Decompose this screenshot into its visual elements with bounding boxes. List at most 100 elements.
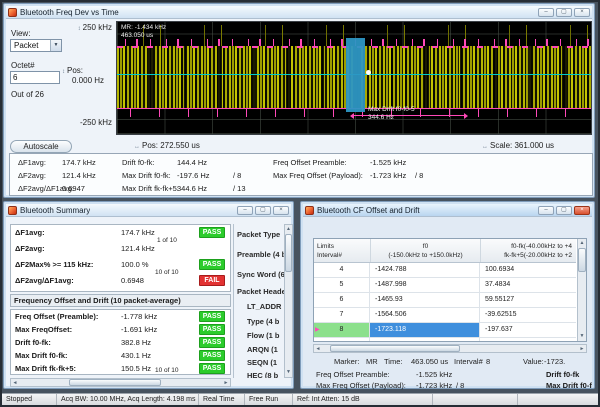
cell-drift[interactable]: 100.6934 xyxy=(480,263,574,277)
cell-f0[interactable]: -1813.348 xyxy=(370,338,480,341)
scroll-right-icon[interactable]: ► xyxy=(222,379,230,386)
close-button[interactable]: × xyxy=(574,7,590,17)
close-button[interactable]: × xyxy=(574,205,590,215)
time-value: 463.050 us xyxy=(411,357,449,366)
y-axis-pos-label[interactable]: ↕ Pos: xyxy=(62,66,83,75)
list-item[interactable]: Type (4 b xyxy=(247,317,279,326)
packet-info-list: Packet Type Preamble (4 b Sync Word (6 P… xyxy=(233,224,284,378)
cell-f0-selected[interactable]: -1723.118 xyxy=(370,323,480,337)
list-item[interactable]: Packet Type xyxy=(237,230,280,239)
cell-f0[interactable]: -1424.788 xyxy=(370,263,480,277)
cell-interval[interactable]: 9 xyxy=(314,338,370,341)
summary-value: -1.691 kHz xyxy=(121,325,158,334)
minimize-button[interactable]: – xyxy=(237,205,253,215)
cell-drift[interactable]: -39.62515 xyxy=(480,308,574,322)
scroll-left-icon[interactable]: ◄ xyxy=(11,379,19,386)
table-row[interactable]: 7 -1564.506 -39.62515 xyxy=(314,308,576,323)
axis-adjust-icon: ↔ xyxy=(482,144,488,150)
marker-dot[interactable] xyxy=(366,70,371,75)
titlebar-summary[interactable]: Bluetooth Summary – ▢ × xyxy=(6,204,291,217)
scrollbar-thumb[interactable] xyxy=(69,379,161,386)
x-axis-scale-label[interactable]: ↔ Scale: 361.000 us xyxy=(482,141,554,150)
table-vertical-scrollbar[interactable]: ▲ ▼ xyxy=(577,239,586,341)
readout-label: Max Freq Offset (Payload): xyxy=(316,381,406,390)
readout-right: Drift f0-fk xyxy=(546,370,580,379)
table-row[interactable]: 4 -1424.788 100.6934 xyxy=(314,263,576,278)
cell-interval[interactable]: 4 xyxy=(314,263,370,277)
status-state: Stopped xyxy=(2,394,57,405)
summary-value: 174.7 kHz xyxy=(121,228,155,237)
cell-drift[interactable]: 37.4834 xyxy=(480,278,574,292)
scroll-up-icon[interactable]: ▲ xyxy=(578,240,586,247)
minimize-button[interactable]: – xyxy=(538,205,554,215)
table-row[interactable]: 9 -1813.348 43.1355 xyxy=(314,338,576,341)
status-trigger: Free Run xyxy=(245,394,293,405)
status-badge: PASS xyxy=(199,363,225,374)
cell-f0[interactable]: -1564.506 xyxy=(370,308,480,322)
summary-value: 150.5 Hz xyxy=(121,364,152,373)
view-label: View: xyxy=(11,29,31,38)
autoscale-button[interactable]: Autoscale xyxy=(10,140,72,153)
x-axis-pos-label[interactable]: ↔ Pos: 272.550 us xyxy=(134,141,200,150)
octet-label: Octet# xyxy=(11,61,35,70)
cell-f0[interactable]: -1487.998 xyxy=(370,278,480,292)
chevron-down-icon[interactable]: ▼ xyxy=(50,40,61,51)
cell-drift[interactable]: 59.55127 xyxy=(480,293,574,307)
scroll-up-icon[interactable]: ▲ xyxy=(285,226,292,233)
view-dropdown[interactable]: Packet ▼ xyxy=(10,39,62,52)
table-body: 4 -1424.788 100.6934 5 -1487.998 37.4834… xyxy=(314,263,576,341)
list-item[interactable]: SEQN (1 xyxy=(247,358,277,367)
summary-label: ΔF2avg: xyxy=(15,244,45,253)
marker-readout-freq: MR: -1.434 kHz xyxy=(121,24,167,31)
list-item[interactable]: LT_ADDR xyxy=(247,302,281,311)
summary-horizontal-scrollbar[interactable]: ◄ ► xyxy=(10,378,231,387)
maximize-button[interactable]: ▢ xyxy=(255,205,271,215)
result-label: ΔF1avg: xyxy=(18,158,46,167)
scroll-left-icon[interactable]: ◄ xyxy=(314,345,322,352)
maximize-button[interactable]: ▢ xyxy=(556,7,572,17)
scrollbar-thumb[interactable] xyxy=(285,234,292,272)
cell-interval[interactable]: 6 xyxy=(314,293,370,307)
freq-dev-trace-plot[interactable]: MR: -1.434 kHz 463.050 us Max Drift f0-f… xyxy=(116,21,592,135)
titlebar-freq-dev[interactable]: Bluetooth Freq Dev vs Time – ▢ × xyxy=(6,6,592,19)
results-strip: ΔF1avg: 174.7 kHz ΔF2avg: 121.4 kHz ΔF2a… xyxy=(9,153,593,196)
app-icon xyxy=(8,7,17,17)
close-button[interactable]: × xyxy=(273,205,289,215)
table-row-selected[interactable]: ▶ 8 -1723.118 -197.637 xyxy=(314,323,576,338)
list-item[interactable]: Preamble (4 b xyxy=(237,250,284,259)
scroll-down-icon[interactable]: ▼ xyxy=(285,369,292,376)
list-item[interactable]: Packet Heade xyxy=(237,287,284,296)
list-item[interactable]: HEC (8 b xyxy=(247,371,278,378)
app-icon xyxy=(305,205,314,215)
summary-value: 382.8 Hz xyxy=(121,338,152,347)
cell-interval[interactable]: 7 xyxy=(314,308,370,322)
table-row[interactable]: 6 -1465.93 59.55127 xyxy=(314,293,576,308)
axis-adjust-icon: ↔ xyxy=(134,144,140,150)
list-item[interactable]: Sync Word (6 xyxy=(237,270,284,279)
cell-f0[interactable]: -1465.93 xyxy=(370,293,480,307)
cell-interval[interactable]: ▶ 8 xyxy=(314,323,370,337)
minimize-button[interactable]: – xyxy=(538,7,554,17)
cell-interval[interactable]: 5 xyxy=(314,278,370,292)
scroll-down-icon[interactable]: ▼ xyxy=(578,333,586,340)
table-horizontal-scrollbar[interactable]: ◄ ► xyxy=(313,344,587,353)
y-axis-top-label[interactable]: ↕ 250 kHz xyxy=(54,23,112,32)
scrollbar-thumb[interactable] xyxy=(330,345,460,352)
y-axis-bottom-label: -250 kHz xyxy=(79,118,112,127)
list-item[interactable]: ARQN (1 xyxy=(247,345,278,354)
app-icon xyxy=(8,205,17,215)
window-buttons: – ▢ × xyxy=(538,7,590,17)
list-item[interactable]: Flow (1 b xyxy=(247,331,280,340)
table-row[interactable]: 5 -1487.998 37.4834 xyxy=(314,278,576,293)
titlebar-cf-offset[interactable]: Bluetooth CF Offset and Drift – ▢ × xyxy=(303,204,592,217)
octet-input[interactable] xyxy=(10,71,60,84)
result-count: / 8 xyxy=(415,171,424,180)
packet-list-scrollbar[interactable]: ▲ ▼ xyxy=(284,224,293,378)
selected-octet-band xyxy=(346,38,365,112)
maximize-button[interactable]: ▢ xyxy=(556,205,572,215)
cell-drift[interactable]: -197.637 xyxy=(480,323,574,337)
window-cf-offset-and-drift: Bluetooth CF Offset and Drift – ▢ × Limi… xyxy=(300,201,595,390)
cell-drift[interactable]: 43.1355 xyxy=(480,338,574,341)
scrollbar-thumb[interactable] xyxy=(578,248,586,272)
scroll-right-icon[interactable]: ► xyxy=(578,345,586,352)
